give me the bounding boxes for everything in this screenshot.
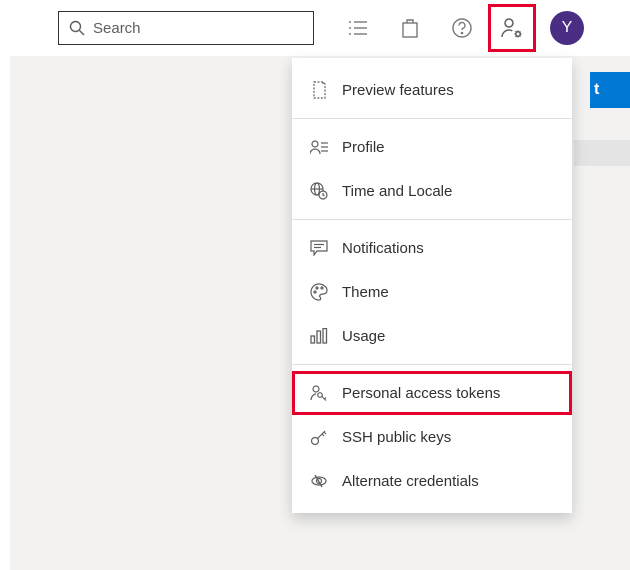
user-settings-button[interactable] <box>488 4 536 52</box>
menu-item-time-locale[interactable]: Time and Locale <box>292 169 572 213</box>
menu-item-preview-features[interactable]: Preview features <box>292 68 572 112</box>
user-settings-menu: Preview features Profile Time and Locale <box>292 58 572 513</box>
menu-item-alternate-credentials[interactable]: Alternate credentials <box>292 459 572 503</box>
alt-credentials-icon <box>310 472 328 490</box>
avatar-initial: Y <box>562 19 573 37</box>
menu-item-ssh-keys[interactable]: SSH public keys <box>292 415 572 459</box>
panel-partial <box>574 140 630 166</box>
menu-item-usage[interactable]: Usage <box>292 314 572 358</box>
chat-icon <box>310 239 328 257</box>
toolbar: Y <box>0 0 630 56</box>
help-icon[interactable] <box>436 8 488 48</box>
menu-label: Preview features <box>342 82 454 99</box>
menu-item-personal-access-tokens[interactable]: Personal access tokens <box>292 371 572 415</box>
globe-clock-icon <box>310 182 328 200</box>
menu-item-notifications[interactable]: Notifications <box>292 226 572 270</box>
person-key-icon <box>310 384 328 402</box>
toolbar-icons: Y <box>332 4 584 52</box>
preview-icon <box>310 81 328 99</box>
menu-item-theme[interactable]: Theme <box>292 270 572 314</box>
search-box[interactable] <box>58 11 314 45</box>
marketplace-icon[interactable] <box>384 8 436 48</box>
menu-label: Time and Locale <box>342 183 452 200</box>
bar-chart-icon <box>310 327 328 345</box>
menu-divider <box>292 118 572 119</box>
menu-label: Personal access tokens <box>342 385 500 402</box>
menu-label: Usage <box>342 328 385 345</box>
new-project-button-partial[interactable]: t <box>590 72 630 108</box>
avatar[interactable]: Y <box>550 11 584 45</box>
search-input[interactable] <box>93 20 303 37</box>
menu-item-profile[interactable]: Profile <box>292 125 572 169</box>
menu-label: Alternate credentials <box>342 473 479 490</box>
menu-divider <box>292 364 572 365</box>
palette-icon <box>310 283 328 301</box>
menu-label: SSH public keys <box>342 429 451 446</box>
menu-label: Notifications <box>342 240 424 257</box>
list-icon[interactable] <box>332 8 384 48</box>
profile-icon <box>310 138 328 156</box>
search-icon <box>69 20 85 36</box>
menu-divider <box>292 219 572 220</box>
menu-label: Theme <box>342 284 389 301</box>
menu-label: Profile <box>342 139 385 156</box>
key-icon <box>310 428 328 446</box>
